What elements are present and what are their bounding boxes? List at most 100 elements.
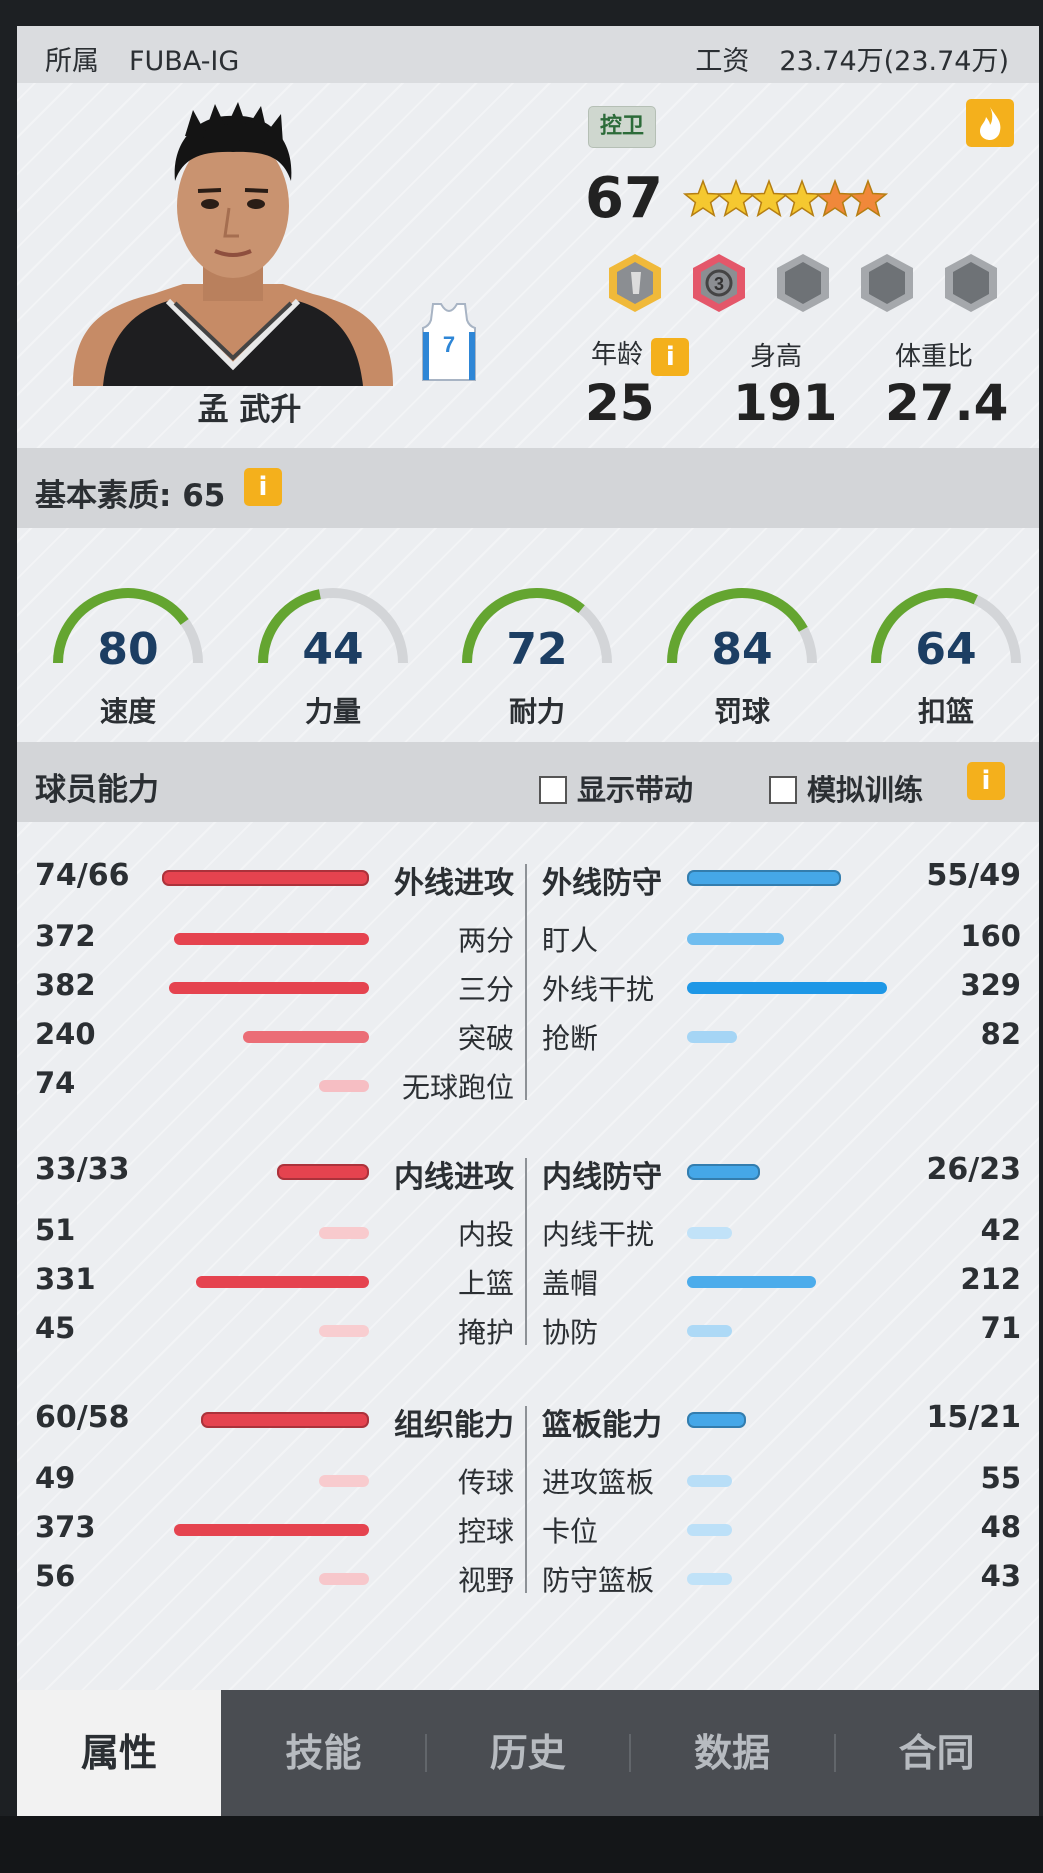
gauge-3: 72 耐力 bbox=[452, 578, 622, 728]
left-stat-bar bbox=[174, 933, 369, 945]
skill-badges[interactable]: 3 bbox=[605, 250, 1005, 316]
left-stat-value: 372 bbox=[35, 919, 96, 953]
right-header-value: 26/23 bbox=[926, 1152, 1021, 1187]
left-stat-bar bbox=[319, 1475, 369, 1487]
right-stat-bar bbox=[687, 1031, 737, 1043]
left-stat-bar bbox=[162, 870, 369, 886]
age-value: 25 bbox=[585, 374, 655, 432]
gauge-label: 扣篮 bbox=[917, 695, 974, 728]
right-stat-bar bbox=[687, 1276, 816, 1288]
left-stat-bar bbox=[277, 1164, 369, 1180]
left-stat-value: 331 bbox=[35, 1262, 96, 1296]
basic-quality-header: 基本素质: 65 i bbox=[17, 448, 1039, 528]
right-header-label: 内线防守 bbox=[542, 1160, 662, 1195]
right-stat-label: 内线干扰 bbox=[542, 1218, 655, 1251]
age-label: 年龄 i bbox=[591, 334, 690, 376]
overall-rating: 67 bbox=[585, 166, 663, 231]
player-portrait bbox=[63, 96, 403, 386]
basic-info-icon[interactable]: i bbox=[244, 468, 282, 506]
group-divider bbox=[525, 1158, 527, 1345]
tab-separator bbox=[833, 1734, 836, 1772]
right-stat-value: 71 bbox=[980, 1311, 1021, 1345]
right-stat-bar bbox=[687, 870, 841, 886]
svg-text:3: 3 bbox=[714, 274, 724, 294]
gauge-value: 80 bbox=[97, 624, 159, 675]
gauge-4: 84 罚球 bbox=[657, 578, 827, 728]
left-stat-label: 上篮 bbox=[457, 1267, 514, 1300]
left-stat-label: 三分 bbox=[457, 973, 514, 1006]
badge-empty-icon[interactable] bbox=[861, 254, 913, 312]
sim-training-checkbox[interactable]: 模拟训练 bbox=[769, 767, 923, 809]
ability-title: 球员能力 bbox=[35, 772, 159, 808]
left-stat-bar bbox=[174, 1524, 369, 1536]
star-icon bbox=[748, 178, 790, 218]
left-stat-value: 51 bbox=[35, 1213, 76, 1247]
badge-three-icon[interactable]: 3 bbox=[693, 254, 745, 312]
group-divider bbox=[525, 864, 527, 1100]
right-stat-value: 42 bbox=[980, 1213, 1021, 1247]
star-icon bbox=[682, 178, 724, 218]
player-name: 孟 武升 bbox=[197, 392, 302, 428]
right-stat-label: 盯人 bbox=[542, 924, 599, 957]
tab-separator bbox=[424, 1734, 427, 1772]
tab-3[interactable]: 历史 bbox=[426, 1690, 630, 1816]
right-stat-bar bbox=[687, 1524, 732, 1536]
tab-separator bbox=[629, 1734, 632, 1772]
nav-strip bbox=[0, 1816, 1043, 1873]
jersey-icon: 7 bbox=[419, 302, 479, 382]
gauge-2: 44 力量 bbox=[248, 578, 418, 728]
gauge-label: 耐力 bbox=[508, 695, 565, 728]
right-stat-label: 协防 bbox=[542, 1316, 599, 1349]
left-stat-label: 内投 bbox=[457, 1218, 514, 1251]
left-stat-value: 45 bbox=[35, 1311, 76, 1345]
ability-info-icon[interactable]: i bbox=[967, 762, 1005, 800]
left-stat-value: 49 bbox=[35, 1461, 76, 1495]
badge-gold-icon[interactable] bbox=[609, 254, 661, 312]
badge-empty-icon[interactable] bbox=[777, 254, 829, 312]
fire-icon[interactable] bbox=[966, 99, 1014, 147]
position-badge: 控卫 bbox=[588, 106, 656, 148]
star-icon bbox=[814, 178, 856, 218]
right-stat-bar bbox=[687, 1164, 760, 1180]
right-header-label: 篮板能力 bbox=[542, 1408, 662, 1443]
right-stat-label: 防守篮板 bbox=[542, 1564, 655, 1597]
bottom-tabs: 属性 技能 历史 数据 合同 bbox=[17, 1690, 1039, 1816]
jersey-number: 7 bbox=[443, 332, 455, 357]
left-stat-value: 373 bbox=[35, 1510, 96, 1544]
right-stat-bar bbox=[687, 933, 784, 945]
badge-empty-icon[interactable] bbox=[945, 254, 997, 312]
salary-value: 23.74万(23.74万) bbox=[779, 46, 1009, 77]
right-stat-value: 43 bbox=[980, 1559, 1021, 1593]
right-stat-bar bbox=[687, 1412, 746, 1428]
gauge-1: 80 速度 bbox=[43, 578, 213, 728]
info-bar: 所属 FUBA-IG 工资 23.74万(23.74万) bbox=[17, 26, 1039, 83]
gauge-value: 64 bbox=[915, 624, 977, 675]
tab-2[interactable]: 技能 bbox=[221, 1690, 425, 1816]
right-header-value: 15/21 bbox=[926, 1400, 1021, 1435]
left-stat-value: 74 bbox=[35, 1066, 76, 1100]
right-stat-value: 55 bbox=[980, 1461, 1021, 1495]
right-stat-bar bbox=[687, 1227, 732, 1239]
right-header-value: 55/49 bbox=[926, 858, 1021, 893]
right-header-label: 外线防守 bbox=[542, 866, 662, 901]
left-stat-bar bbox=[196, 1276, 369, 1288]
left-stat-label: 无球跑位 bbox=[401, 1071, 514, 1104]
right-stat-bar bbox=[687, 1325, 732, 1337]
weight-ratio-value: 27.4 bbox=[885, 374, 1009, 432]
left-stat-bar bbox=[243, 1031, 369, 1043]
tab-1[interactable]: 属性 bbox=[17, 1690, 221, 1816]
right-stat-label: 进攻篮板 bbox=[542, 1466, 655, 1499]
tab-4[interactable]: 数据 bbox=[630, 1690, 834, 1816]
right-stat-value: 160 bbox=[960, 919, 1021, 953]
left-stat-bar bbox=[319, 1325, 369, 1337]
tab-5[interactable]: 合同 bbox=[835, 1690, 1039, 1816]
left-stat-label: 两分 bbox=[457, 924, 514, 957]
team-name: FUBA-IG bbox=[129, 46, 240, 77]
right-stat-label: 卡位 bbox=[542, 1515, 599, 1548]
ability-header: 球员能力 显示带动 模拟训练 i bbox=[17, 742, 1039, 822]
left-stat-bar bbox=[169, 982, 369, 994]
left-stat-label: 视野 bbox=[457, 1564, 514, 1597]
left-stat-bar bbox=[319, 1080, 369, 1092]
show-trend-checkbox[interactable]: 显示带动 bbox=[539, 767, 693, 809]
age-info-icon[interactable]: i bbox=[651, 338, 690, 376]
